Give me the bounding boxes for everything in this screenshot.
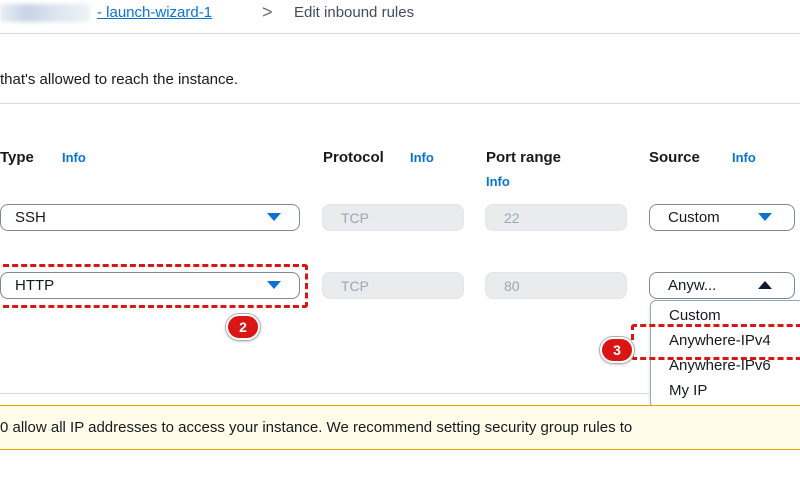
step-badge-2: 2 (226, 314, 260, 340)
caret-down-icon (267, 213, 281, 221)
column-header-source: Source (649, 149, 700, 166)
info-link-source[interactable]: Info (732, 150, 756, 165)
protocol-field-row-2: TCP (322, 272, 464, 299)
column-header-type: Type (0, 149, 34, 166)
port-range-value: 22 (504, 209, 520, 226)
source-option-custom[interactable]: Custom (669, 307, 721, 324)
column-header-port-range: Port range (486, 149, 562, 166)
divider (0, 393, 650, 394)
source-option-my-ip[interactable]: My IP (669, 382, 707, 399)
highlight-step-3 (631, 324, 800, 360)
caret-down-icon (758, 213, 772, 221)
step-badge-3: 3 (600, 337, 634, 363)
source-select-row-2[interactable]: Anyw... (649, 272, 795, 299)
type-select-value: SSH (15, 209, 46, 226)
info-link-protocol[interactable]: Info (410, 150, 434, 165)
info-link-port-range[interactable]: Info (486, 174, 510, 189)
protocol-value: TCP (341, 277, 369, 294)
source-select-value: Anyw... (668, 277, 717, 294)
divider (0, 33, 800, 34)
warning-banner: 0 allow all IP addresses to access your … (0, 405, 800, 450)
info-link-type[interactable]: Info (62, 150, 86, 165)
divider (0, 103, 800, 104)
source-select-value: Custom (668, 209, 720, 226)
protocol-value: TCP (341, 209, 369, 226)
port-range-value: 80 (504, 277, 520, 294)
chevron-right-icon: > (262, 2, 273, 22)
port-range-field-row-1: 22 (485, 204, 627, 231)
highlight-step-2 (0, 264, 308, 308)
breadcrumb-current-page: Edit inbound rules (294, 4, 415, 21)
protocol-field-row-1: TCP (322, 204, 464, 231)
source-select-row-1[interactable]: Custom (649, 204, 795, 231)
breadcrumb-link-security-group[interactable]: - launch-wizard-1 (97, 4, 212, 21)
breadcrumb-blurred-segment (0, 4, 90, 22)
section-description: that's allowed to reach the instance. (0, 71, 239, 88)
warning-text: 0 allow all IP addresses to access your … (0, 419, 633, 436)
caret-up-icon (758, 281, 772, 289)
type-select-row-1[interactable]: SSH (0, 204, 300, 231)
column-header-protocol: Protocol (323, 149, 384, 166)
port-range-field-row-2: 80 (485, 272, 627, 299)
